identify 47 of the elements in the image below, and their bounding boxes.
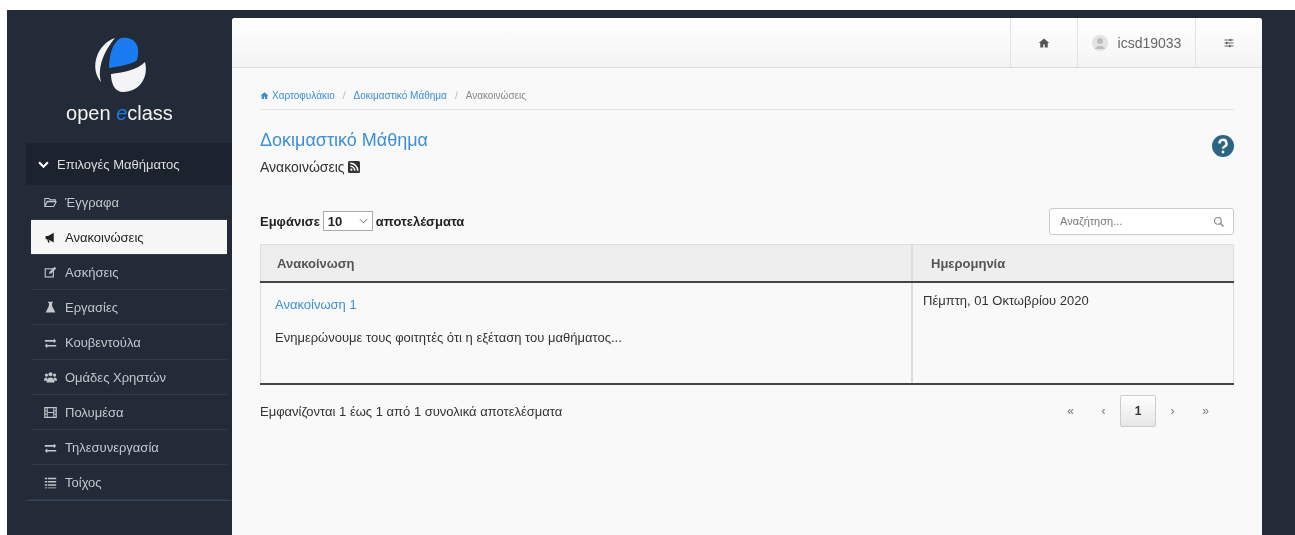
sidebar-item[interactable]: Ομάδες Χρηστών: [31, 360, 227, 395]
table-info: Εμφανίζονται 1 έως 1 από 1 συνολικά αποτελέσματα: [260, 403, 563, 419]
sidebar-item[interactable]: Τηλεσυνεργασία: [31, 430, 227, 465]
home-icon: [1038, 36, 1050, 49]
film-icon: [44, 405, 57, 419]
megaphone-icon: [44, 230, 57, 244]
sidebar-item[interactable]: Εργασίες: [31, 290, 227, 325]
announcement-excerpt: Ενημερώνουμε τους φοιτητές ότι η εξέταση του μαθήματος...: [275, 330, 623, 345]
breadcrumb-separator: /: [342, 90, 346, 101]
breadcrumb-link[interactable]: Δοκιμαστικό Μάθημα: [353, 90, 447, 101]
home-icon: [260, 91, 269, 100]
help-button[interactable]: [1212, 135, 1234, 157]
edit-icon: [44, 265, 57, 279]
column-header[interactable]: Ημερομηνία: [912, 244, 1234, 282]
sidebar-item[interactable]: Ασκήσεις: [31, 255, 227, 290]
list-icon: [44, 475, 57, 489]
folder-icon: [44, 195, 57, 209]
sidebar-item[interactable]: Τοίχος: [31, 465, 227, 500]
logo-text: open eclass: [66, 102, 173, 125]
page-button[interactable]: ‹: [1087, 396, 1120, 426]
page-button[interactable]: »: [1189, 396, 1222, 426]
menu-section-header[interactable]: Επιλογές Μαθήματος: [26, 143, 232, 185]
page-button[interactable]: «: [1054, 396, 1087, 426]
sidebar-item[interactable]: Ανακοινώσεις: [31, 220, 227, 255]
sidebar-item[interactable]: Πολυμέσα: [31, 395, 227, 430]
user-avatar-icon: [1091, 34, 1108, 51]
help-icon: [1212, 135, 1234, 157]
sidebar-item[interactable]: Κουβεντούλα: [31, 325, 227, 360]
breadcrumb-current: Ανακοινώσεις: [465, 90, 527, 101]
results-label: αποτελέσματα: [375, 213, 465, 229]
column-header[interactable]: Ανακοίνωση: [260, 244, 912, 282]
search-icon: [1213, 215, 1225, 228]
show-label: Εμφάνισε: [260, 213, 320, 229]
flask-icon: [44, 300, 57, 314]
entries-select[interactable]: 10: [322, 211, 373, 231]
rss-icon: [347, 161, 360, 173]
users-icon: [44, 370, 57, 384]
page-button[interactable]: 1: [1120, 395, 1156, 427]
breadcrumb-link[interactable]: Χαρτοφυλάκιο: [260, 90, 335, 101]
page-subtitle: Ανακοινώσεις: [260, 159, 345, 175]
page-button[interactable]: ›: [1156, 396, 1189, 426]
user-menu-button[interactable]: icsd19033: [1077, 18, 1195, 67]
sliders-icon: [1223, 36, 1235, 49]
table-cell: Πέμπτη, 01 Οκτωβρίου 2020: [912, 282, 1234, 384]
chevron-icon: [358, 218, 368, 224]
search-field[interactable]: Αναζήτηση...: [1049, 207, 1234, 235]
breadcrumb-separator: /: [454, 90, 458, 101]
